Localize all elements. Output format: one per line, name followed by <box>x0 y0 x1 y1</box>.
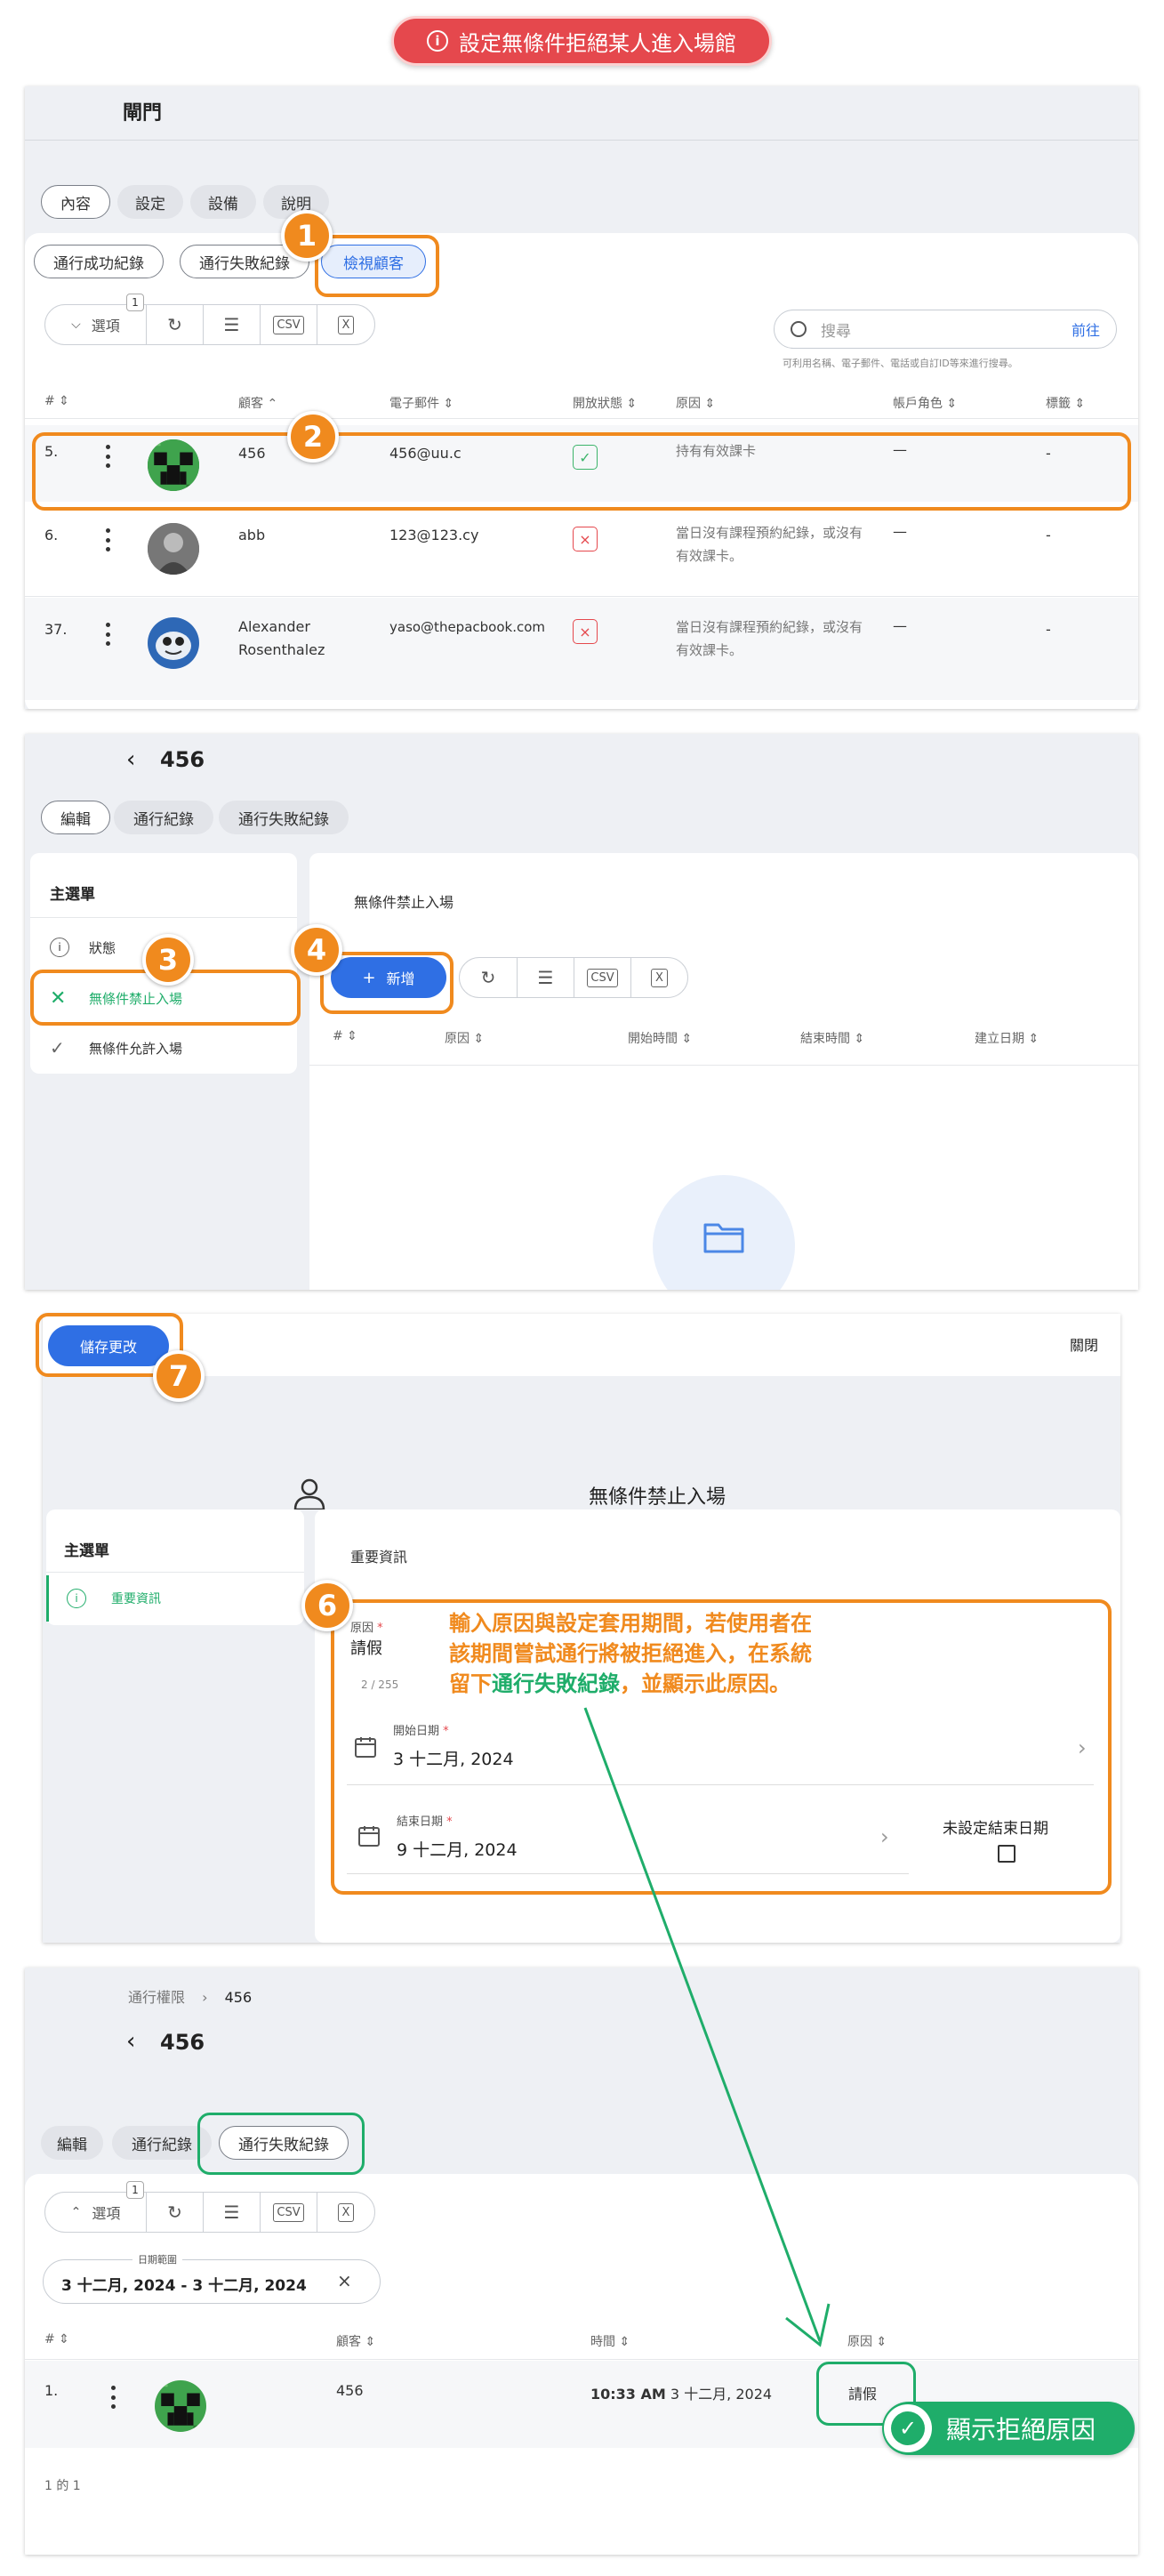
callout-show-reason: ✓ 顯示拒絕原因 <box>882 2402 1135 2455</box>
check-circle-icon: ✓ <box>884 2404 932 2452</box>
callout-text: 顯示拒絕原因 <box>946 2415 1096 2444</box>
connector-arrow <box>583 1707 831 2347</box>
